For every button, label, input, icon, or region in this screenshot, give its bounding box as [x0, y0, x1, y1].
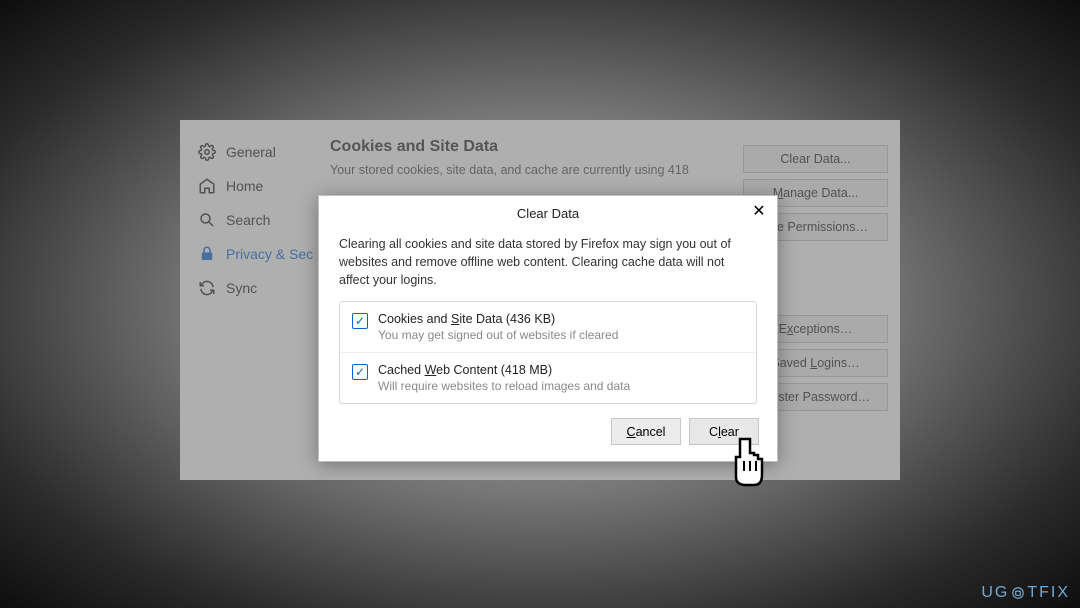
- option-cookies-sub: You may get signed out of websites if cl…: [378, 328, 618, 342]
- option-cache-sub: Will require websites to reload images a…: [378, 379, 630, 393]
- watermark: UGTFIX UG TFIX: [981, 584, 1070, 602]
- checkbox-cookies[interactable]: ✓: [352, 313, 368, 329]
- option-cache-label: Cached Web Content (418 MB): [378, 363, 630, 377]
- close-icon[interactable]: ✕: [749, 202, 769, 222]
- clear-button[interactable]: Clear: [689, 418, 759, 445]
- option-cookies: ✓ Cookies and Site Data (436 KB) You may…: [340, 302, 756, 352]
- checkbox-cache[interactable]: ✓: [352, 364, 368, 380]
- dialog-title-text: Clear Data: [517, 206, 579, 221]
- dialog-footer: Cancel Clear: [319, 404, 777, 461]
- option-cache: ✓ Cached Web Content (418 MB) Will requi…: [340, 352, 756, 403]
- option-cookies-label: Cookies and Site Data (436 KB): [378, 312, 618, 326]
- stage: General Home Search Privacy & Sec: [0, 0, 1080, 608]
- clear-data-dialog: Clear Data ✕ Clearing all cookies and si…: [318, 195, 778, 462]
- options-group: ✓ Cookies and Site Data (436 KB) You may…: [339, 301, 757, 404]
- cancel-button[interactable]: Cancel: [611, 418, 681, 445]
- dialog-description: Clearing all cookies and site data store…: [339, 235, 757, 289]
- dialog-title: Clear Data ✕: [319, 196, 777, 231]
- dialog-body: Clearing all cookies and site data store…: [319, 231, 777, 404]
